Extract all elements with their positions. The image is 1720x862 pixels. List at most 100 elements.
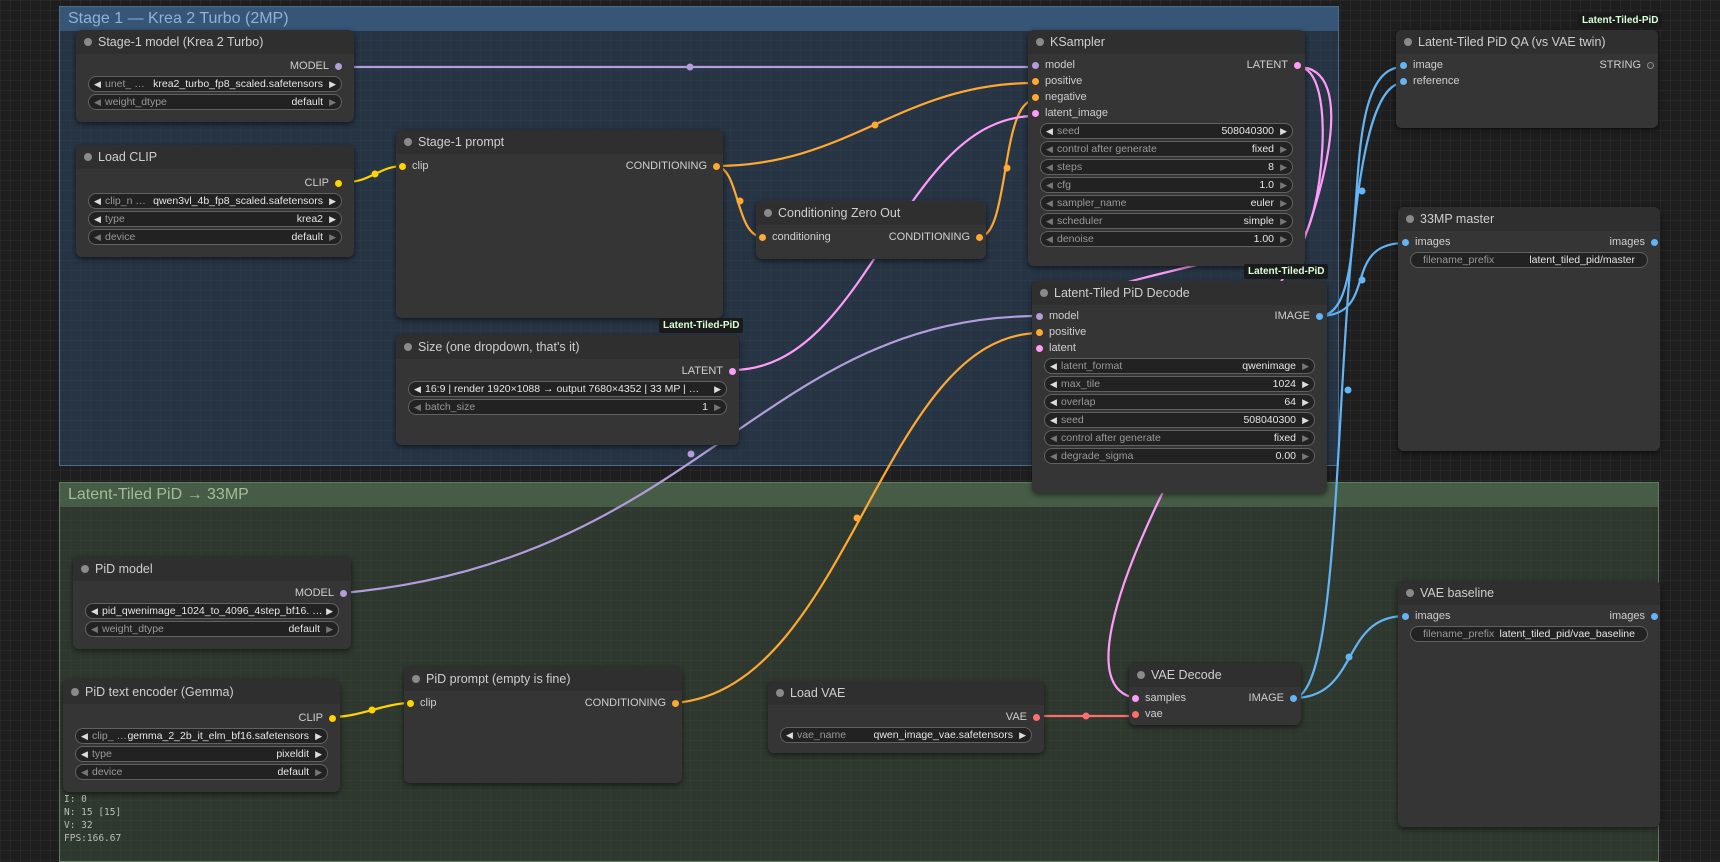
slot-dot[interactable] (1036, 344, 1043, 352)
node-title[interactable]: VAE Decode (1129, 663, 1301, 687)
output-clip[interactable]: CLIP (299, 710, 336, 726)
weight-dtype-combo[interactable]: ◀ weight_dtype default ▶ (88, 94, 342, 110)
node-load-vae[interactable]: Load VAE VAE ◀ vae_name qwen_image_vae.s… (768, 681, 1044, 753)
overlap-number[interactable]: ◀ overlap 64 ▶ (1044, 394, 1315, 410)
arrow-right-icon[interactable]: ▶ (1280, 214, 1287, 228)
arrow-left-icon[interactable]: ◀ (1046, 232, 1053, 246)
slot-dot[interactable] (713, 162, 720, 170)
arrow-right-icon[interactable]: ▶ (714, 400, 721, 414)
arrow-right-icon[interactable]: ▶ (326, 604, 333, 618)
node-load-clip[interactable]: Load CLIP CLIP ◀ clip_n … qwen3vl_4b_fp8… (76, 145, 354, 257)
arrow-right-icon[interactable]: ▶ (326, 622, 333, 636)
slot-dot[interactable] (1032, 77, 1039, 85)
unet-name-combo[interactable]: ◀ unet_ … krea2_turbo_fp8_scaled.safeten… (88, 76, 342, 92)
pid-model-combo[interactable]: ◀ pid_qwenimage_1024_to_4096_4step_bf16.… (85, 603, 339, 619)
node-title[interactable]: Latent-Tiled PiD QA (vs VAE twin) (1396, 30, 1658, 54)
input-model[interactable]: model (1032, 57, 1075, 73)
collapse-dot[interactable] (404, 138, 412, 146)
node-title[interactable]: PiD model (73, 557, 351, 581)
input-reference[interactable]: reference (1400, 73, 1459, 89)
output-latent[interactable]: LATENT (1247, 57, 1301, 73)
batch-size-number[interactable]: ◀ batch_size 1 ▶ (408, 399, 727, 415)
slot-dot[interactable] (340, 589, 347, 597)
node-title[interactable]: Load CLIP (76, 145, 354, 169)
node-size[interactable]: Size (one dropdown, that's it) LATENT ◀ … (396, 335, 739, 445)
arrow-left-icon[interactable]: ◀ (81, 729, 88, 743)
arrow-right-icon[interactable]: ▶ (1302, 431, 1309, 445)
arrow-right-icon[interactable]: ▶ (329, 95, 336, 109)
collapse-dot[interactable] (1137, 671, 1145, 679)
arrow-left-icon[interactable]: ◀ (94, 95, 101, 109)
slot-dot[interactable] (1294, 61, 1301, 69)
vae-name-combo[interactable]: ◀ vae_name qwen_image_vae.safetensors ▶ (780, 727, 1032, 743)
device-combo[interactable]: ◀ device default ▶ (88, 229, 342, 245)
arrow-left-icon[interactable]: ◀ (94, 77, 101, 91)
arrow-right-icon[interactable]: ▶ (329, 77, 336, 91)
output-clip[interactable]: CLIP (305, 175, 342, 191)
size-preset-combo[interactable]: ◀ 16:9 | render 1920×1088 → output 7680×… (408, 381, 727, 397)
degrade-sigma-number[interactable]: ◀ degrade_sigma 0.00 ▶ (1044, 448, 1315, 464)
output-model[interactable]: MODEL (290, 58, 342, 74)
node-ksampler[interactable]: KSampler model LATENT positive negative … (1028, 30, 1305, 266)
weight-dtype-combo[interactable]: ◀ weight_dtype default ▶ (85, 621, 339, 637)
arrow-left-icon[interactable]: ◀ (94, 212, 101, 226)
slot-dot[interactable] (729, 367, 736, 375)
arrow-left-icon[interactable]: ◀ (1050, 395, 1057, 409)
node-stage1-prompt[interactable]: Stage-1 prompt clip CONDITIONING (396, 130, 723, 318)
slot-dot[interactable] (1651, 612, 1658, 620)
node-pid-qa[interactable]: Latent-Tiled PiD QA (vs VAE twin) image … (1396, 30, 1658, 128)
arrow-left-icon[interactable]: ◀ (786, 728, 793, 742)
slot-dot[interactable] (1400, 61, 1407, 69)
input-clip[interactable]: clip (407, 695, 437, 711)
type-combo[interactable]: ◀ type krea2 ▶ (88, 211, 342, 227)
slot-dot[interactable] (1132, 694, 1139, 702)
slot-dot[interactable] (1036, 312, 1043, 320)
collapse-dot[interactable] (1040, 289, 1048, 297)
arrow-right-icon[interactable]: ▶ (1302, 359, 1309, 373)
node-pid-text-encoder[interactable]: PiD text encoder (Gemma) CLIP ◀ clip_ … … (63, 680, 340, 792)
arrow-right-icon[interactable]: ▶ (1302, 449, 1309, 463)
node-title[interactable]: Latent-Tiled PiD Decode (1032, 281, 1327, 305)
arrow-left-icon[interactable]: ◀ (1046, 160, 1053, 174)
slot-dot[interactable] (1316, 312, 1323, 320)
output-string[interactable]: STRING (1599, 57, 1654, 73)
node-pid-decode[interactable]: Latent-Tiled PiD Decode model IMAGE posi… (1032, 281, 1327, 493)
slot-dot[interactable] (672, 699, 679, 707)
node-title[interactable]: Stage-1 model (Krea 2 Turbo) (76, 30, 354, 54)
arrow-left-icon[interactable]: ◀ (1050, 377, 1057, 391)
arrow-right-icon[interactable]: ▶ (315, 765, 322, 779)
output-image[interactable]: IMAGE (1249, 690, 1297, 706)
input-image[interactable]: image (1400, 57, 1443, 73)
node-title[interactable]: PiD prompt (empty is fine) (404, 667, 682, 691)
arrow-right-icon[interactable]: ▶ (1280, 196, 1287, 210)
node-title[interactable]: VAE baseline (1398, 581, 1660, 605)
arrow-right-icon[interactable]: ▶ (329, 212, 336, 226)
arrow-right-icon[interactable]: ▶ (315, 729, 322, 743)
arrow-left-icon[interactable]: ◀ (1050, 413, 1057, 427)
seed-number[interactable]: ◀ seed 508040300 ▶ (1040, 123, 1293, 139)
slot-dot[interactable] (1402, 612, 1409, 620)
slot-dot[interactable] (1290, 694, 1297, 702)
node-vae-baseline[interactable]: VAE baseline images images filename_pref… (1398, 581, 1660, 827)
collapse-dot[interactable] (1406, 589, 1414, 597)
filename-prefix-input[interactable]: filename_prefix latent_tiled_pid/vae_bas… (1410, 626, 1648, 642)
arrow-right-icon[interactable]: ▶ (329, 194, 336, 208)
output-model[interactable]: MODEL (295, 585, 347, 601)
arrow-left-icon[interactable]: ◀ (1046, 178, 1053, 192)
input-positive[interactable]: positive (1032, 73, 1082, 89)
input-clip[interactable]: clip (399, 158, 429, 174)
node-title[interactable]: Size (one dropdown, that's it) (396, 335, 739, 359)
control-after-generate-combo[interactable]: ◀ control after generate fixed ▶ (1044, 430, 1315, 446)
arrow-left-icon[interactable]: ◀ (414, 400, 421, 414)
output-images[interactable]: images (1610, 608, 1658, 624)
slot-dot[interactable] (976, 233, 983, 241)
latent-format-combo[interactable]: ◀ latent_format qwenimage ▶ (1044, 358, 1315, 374)
collapse-dot[interactable] (84, 38, 92, 46)
arrow-left-icon[interactable]: ◀ (1046, 142, 1053, 156)
group-title[interactable]: Stage 1 — Krea 2 Turbo (2MP) (60, 7, 1338, 31)
arrow-right-icon[interactable]: ▶ (714, 382, 721, 396)
node-vae-decode[interactable]: VAE Decode samples IMAGE vae (1129, 663, 1301, 725)
output-image[interactable]: IMAGE (1275, 308, 1323, 324)
input-model[interactable]: model (1036, 308, 1079, 324)
slot-dot[interactable] (1402, 238, 1409, 246)
